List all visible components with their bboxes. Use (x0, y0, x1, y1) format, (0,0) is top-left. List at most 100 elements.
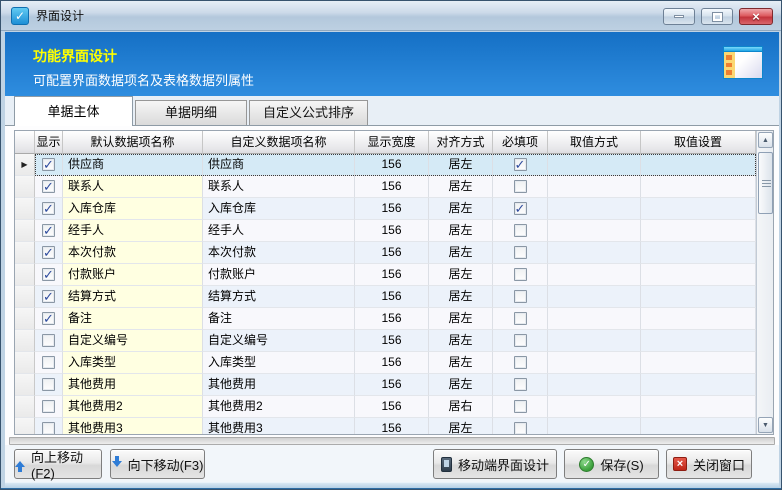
custom-name-cell[interactable]: 其他费用3 (203, 418, 355, 434)
width-cell[interactable]: 156 (355, 396, 429, 418)
column-header-custom-name[interactable]: 自定义数据项名称 (203, 131, 355, 154)
minimize-button[interactable] (663, 8, 695, 25)
save-button[interactable]: ✓ 保存(S) (564, 449, 659, 479)
table-row[interactable]: ✓经手人经手人156居左 (15, 220, 756, 242)
horizontal-scrollbar[interactable] (9, 437, 775, 445)
close-button[interactable]: × (739, 8, 773, 25)
required-checkbox-unchecked[interactable] (514, 312, 527, 325)
default-name-cell[interactable]: 其他费用 (63, 374, 203, 396)
display-checkbox-unchecked[interactable] (42, 378, 55, 391)
align-cell[interactable]: 居左 (429, 220, 493, 242)
default-name-cell[interactable]: 其他费用3 (63, 418, 203, 434)
value-setting-cell[interactable] (641, 308, 756, 330)
display-checkbox-checked[interactable]: ✓ (42, 268, 55, 281)
scroll-down-icon[interactable]: ▼ (758, 417, 773, 433)
display-checkbox-checked[interactable]: ✓ (42, 224, 55, 237)
table-row[interactable]: ✓联系人联系人156居左 (15, 176, 756, 198)
value-setting-cell[interactable] (641, 154, 756, 176)
row-selector[interactable] (15, 374, 35, 396)
column-header-value-method[interactable]: 取值方式 (548, 131, 641, 154)
custom-name-cell[interactable]: 备注 (203, 308, 355, 330)
align-cell[interactable]: 居左 (429, 374, 493, 396)
value-setting-cell[interactable] (641, 286, 756, 308)
move-up-button[interactable]: 向上移动(F2) (14, 449, 102, 479)
table-row[interactable]: ▶✓供应商供应商156居左✓ (15, 154, 756, 176)
required-checkbox-checked[interactable]: ✓ (514, 202, 527, 215)
value-method-cell[interactable] (548, 154, 641, 176)
close-window-button[interactable]: × 关闭窗口 (666, 449, 752, 479)
row-selector[interactable] (15, 352, 35, 374)
custom-name-cell[interactable]: 联系人 (203, 176, 355, 198)
scrollbar-thumb[interactable] (758, 152, 773, 214)
table-row[interactable]: 其他费用其他费用156居左 (15, 374, 756, 396)
align-cell[interactable]: 居左 (429, 198, 493, 220)
display-checkbox-checked[interactable]: ✓ (42, 202, 55, 215)
value-setting-cell[interactable] (641, 176, 756, 198)
tab-document-detail[interactable]: 单据明细 (135, 100, 247, 126)
value-setting-cell[interactable] (641, 396, 756, 418)
value-setting-cell[interactable] (641, 330, 756, 352)
table-row[interactable]: ✓付款账户付款账户156居左 (15, 264, 756, 286)
align-cell[interactable]: 居左 (429, 242, 493, 264)
column-header-width[interactable]: 显示宽度 (355, 131, 429, 154)
width-cell[interactable]: 156 (355, 176, 429, 198)
display-checkbox-checked[interactable]: ✓ (42, 180, 55, 193)
width-cell[interactable]: 156 (355, 264, 429, 286)
width-cell[interactable]: 156 (355, 154, 429, 176)
display-checkbox-checked[interactable]: ✓ (42, 312, 55, 325)
value-setting-cell[interactable] (641, 198, 756, 220)
custom-name-cell[interactable]: 本次付款 (203, 242, 355, 264)
value-method-cell[interactable] (548, 286, 641, 308)
default-name-cell[interactable]: 供应商 (63, 154, 203, 176)
width-cell[interactable]: 156 (355, 330, 429, 352)
custom-name-cell[interactable]: 其他费用 (203, 374, 355, 396)
align-cell[interactable]: 居左 (429, 418, 493, 434)
column-header-align[interactable]: 对齐方式 (429, 131, 493, 154)
table-row[interactable]: 其他费用2其他费用2156居右 (15, 396, 756, 418)
row-selector[interactable] (15, 220, 35, 242)
align-cell[interactable]: 居左 (429, 308, 493, 330)
required-checkbox-unchecked[interactable] (514, 334, 527, 347)
custom-name-cell[interactable]: 供应商 (203, 154, 355, 176)
required-checkbox-unchecked[interactable] (514, 224, 527, 237)
row-selector[interactable] (15, 198, 35, 220)
mobile-design-button[interactable]: 移动端界面设计 (433, 449, 557, 479)
value-method-cell[interactable] (548, 330, 641, 352)
custom-name-cell[interactable]: 付款账户 (203, 264, 355, 286)
required-checkbox-unchecked[interactable] (514, 290, 527, 303)
required-checkbox-unchecked[interactable] (514, 180, 527, 193)
value-method-cell[interactable] (548, 374, 641, 396)
value-setting-cell[interactable] (641, 418, 756, 434)
tab-document-main[interactable]: 单据主体 (14, 96, 133, 126)
align-cell[interactable]: 居左 (429, 264, 493, 286)
default-name-cell[interactable]: 入库类型 (63, 352, 203, 374)
row-selector[interactable] (15, 242, 35, 264)
row-selector[interactable] (15, 330, 35, 352)
display-checkbox-checked[interactable]: ✓ (42, 158, 55, 171)
width-cell[interactable]: 156 (355, 286, 429, 308)
value-method-cell[interactable] (548, 242, 641, 264)
table-row[interactable]: 入库类型入库类型156居左 (15, 352, 756, 374)
custom-name-cell[interactable]: 其他费用2 (203, 396, 355, 418)
required-checkbox-unchecked[interactable] (514, 400, 527, 413)
display-checkbox-unchecked[interactable] (42, 356, 55, 369)
default-name-cell[interactable]: 付款账户 (63, 264, 203, 286)
width-cell[interactable]: 156 (355, 374, 429, 396)
display-checkbox-unchecked[interactable] (42, 400, 55, 413)
table-row[interactable]: 自定义编号自定义编号156居左 (15, 330, 756, 352)
titlebar[interactable]: ✓ 界面设计 × (1, 1, 781, 31)
width-cell[interactable]: 156 (355, 418, 429, 434)
required-checkbox-checked[interactable]: ✓ (514, 158, 527, 171)
row-selector[interactable] (15, 308, 35, 330)
column-header-default-name[interactable]: 默认数据项名称 (63, 131, 203, 154)
width-cell[interactable]: 156 (355, 198, 429, 220)
required-checkbox-unchecked[interactable] (514, 378, 527, 391)
default-name-cell[interactable]: 结算方式 (63, 286, 203, 308)
display-checkbox-checked[interactable]: ✓ (42, 290, 55, 303)
align-cell[interactable]: 居右 (429, 396, 493, 418)
required-checkbox-unchecked[interactable] (514, 246, 527, 259)
display-checkbox-unchecked[interactable] (42, 334, 55, 347)
default-name-cell[interactable]: 联系人 (63, 176, 203, 198)
column-header-required[interactable]: 必填项 (493, 131, 548, 154)
value-setting-cell[interactable] (641, 264, 756, 286)
